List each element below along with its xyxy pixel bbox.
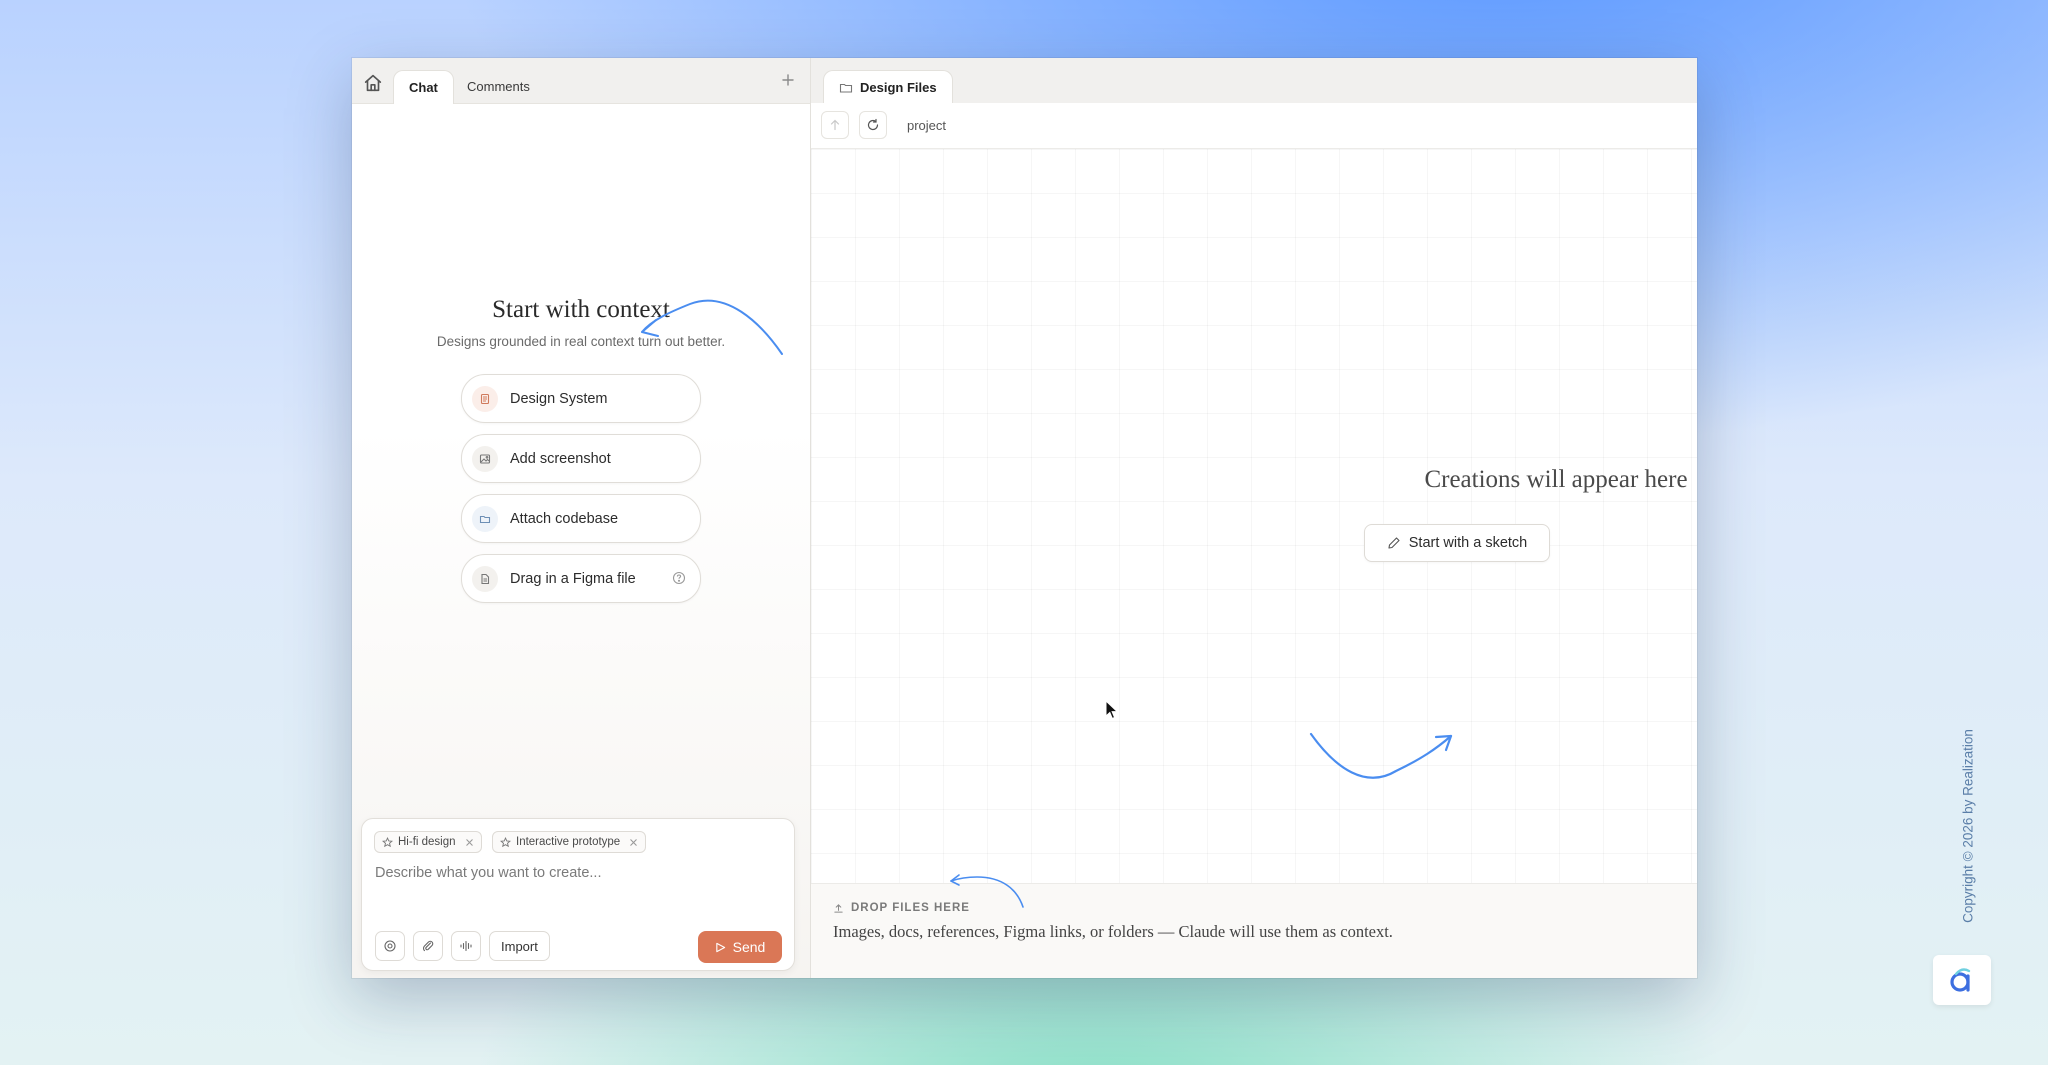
tab-design-files-label: Design Files <box>860 79 937 95</box>
help-icon[interactable] <box>672 571 686 585</box>
drop-files-text: DROP FILES HERE <box>851 902 970 914</box>
star-icon <box>500 836 511 847</box>
import-button[interactable]: Import <box>489 931 550 961</box>
start-sketch-button[interactable]: Start with a sketch <box>1364 524 1550 562</box>
breadcrumb[interactable]: project <box>907 118 946 133</box>
chat-panel: Chat Comments Start with context Designs… <box>352 58 811 978</box>
annotation-arrow-icon <box>641 299 783 355</box>
image-icon <box>472 445 498 472</box>
add-screenshot-button[interactable]: Add screenshot <box>461 434 701 483</box>
home-icon[interactable] <box>362 72 384 94</box>
send-button[interactable]: Send <box>698 931 782 963</box>
copyright-watermark: Copyright © 2026 by Realization <box>1960 716 1976 936</box>
chip-label: Interactive prototype <box>516 836 621 848</box>
attach-codebase-label: Attach codebase <box>510 510 619 527</box>
send-label: Send <box>732 939 766 955</box>
design-canvas[interactable] <box>811 149 1697 884</box>
start-sketch-label: Start with a sketch <box>1408 535 1528 551</box>
target-icon <box>384 940 396 952</box>
chip-interactive-prototype[interactable]: Interactive prototype <box>492 831 647 853</box>
voice-button[interactable] <box>451 931 481 961</box>
drop-files-label: DROP FILES HERE <box>833 902 970 914</box>
refresh-button[interactable] <box>859 111 887 139</box>
add-screenshot-label: Add screenshot <box>510 450 611 467</box>
refresh-icon <box>867 118 879 131</box>
plus-icon[interactable] <box>780 72 796 88</box>
tab-design-files[interactable]: Design Files <box>823 70 953 104</box>
paperclip-icon <box>422 940 434 952</box>
close-icon[interactable] <box>465 838 474 847</box>
context-options: Design System Add screenshot Attach code… <box>461 374 701 614</box>
design-system-label: Design System <box>510 390 608 407</box>
figma-file-label: Drag in a Figma file <box>510 570 636 587</box>
drop-files-description: Images, docs, references, Figma links, o… <box>833 922 1393 941</box>
target-button[interactable] <box>375 931 405 961</box>
folder-icon <box>472 505 498 532</box>
close-icon[interactable] <box>629 838 638 847</box>
mouse-cursor-icon <box>1105 700 1119 720</box>
files-toolbar: project <box>811 103 1697 149</box>
files-panel: Design Files project Creations will appe… <box>811 58 1697 978</box>
annotation-arrow-icon <box>1309 732 1453 779</box>
figma-file-button[interactable]: Drag in a Figma file <box>461 554 701 603</box>
arrow-up-icon <box>830 119 840 131</box>
upload-icon <box>834 903 843 913</box>
brand-logo <box>1933 955 1991 1005</box>
design-system-button[interactable]: Design System <box>461 374 701 423</box>
tab-comments[interactable]: Comments <box>452 70 545 104</box>
drop-zone[interactable]: DROP FILES HERE Images, docs, references… <box>811 874 1697 978</box>
copyright-text: Copyright © 2026 by Realization <box>1960 729 1976 923</box>
design-system-icon <box>472 385 498 412</box>
right-tab-bar: Design Files <box>811 58 1697 104</box>
send-icon <box>715 942 725 952</box>
waveform-icon <box>460 940 472 952</box>
tab-chat[interactable]: Chat <box>393 70 454 104</box>
attach-button[interactable] <box>413 931 443 961</box>
prompt-input[interactable] <box>375 865 775 881</box>
document-icon <box>472 565 498 592</box>
attach-codebase-button[interactable]: Attach codebase <box>461 494 701 543</box>
chip-hifi-design[interactable]: Hi-fi design <box>374 831 482 853</box>
brand-logo-icon <box>1950 968 1971 992</box>
app-window: Chat Comments Start with context Designs… <box>352 58 1697 978</box>
folder-icon <box>839 83 853 93</box>
empty-state-title: Creations will appear here <box>1424 466 1688 493</box>
left-tab-bar: Chat Comments <box>352 58 810 104</box>
up-button[interactable] <box>821 111 849 139</box>
chip-label: Hi-fi design <box>398 836 456 848</box>
pencil-icon <box>1388 537 1400 549</box>
prompt-composer: Hi-fi design Interactive prototype Impor… <box>361 818 795 971</box>
star-icon <box>382 836 393 847</box>
